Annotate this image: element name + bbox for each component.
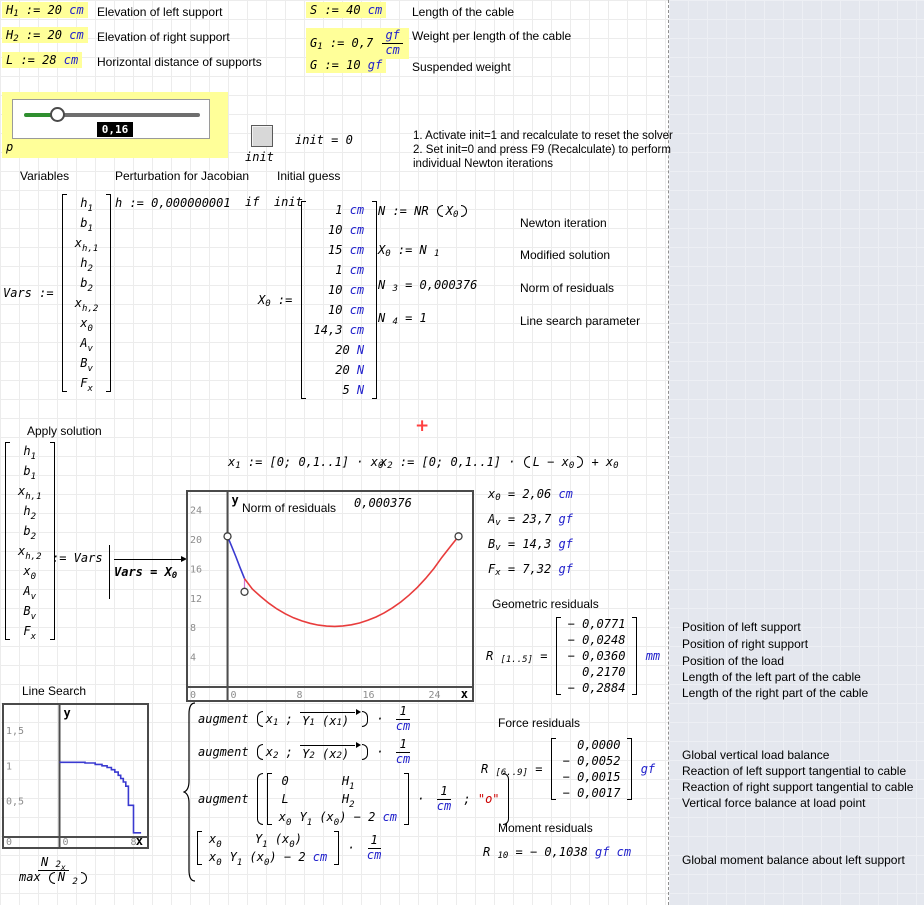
heading-initial-guess: Initial guess <box>277 169 340 183</box>
heading-geometric-residuals: Geometric residuals <box>492 597 599 611</box>
line-search-plot[interactable]: 081,510,50yx <box>2 703 149 849</box>
x0-initial-guess[interactable]: X0 := 1 cm10 cm15 cm1 cm10 cm10 cm14,3 c… <box>258 200 378 400</box>
svg-text:0: 0 <box>6 837 12 847</box>
svg-text:12: 12 <box>190 594 202 605</box>
definition-H2-label: Elevation of right support <box>97 30 230 44</box>
apply-vector[interactable]: h1b1xh,1h2b2xh,2x0AvBvFx <box>4 441 56 641</box>
init-readout[interactable]: init = 0 <box>295 133 353 147</box>
annotation-vertical-load-balance: Global vertical load balance <box>682 748 829 762</box>
instructions-line-3: individual Newton iterations <box>413 157 553 171</box>
moment-residual-expr[interactable]: R 10 = − 0,1038 gf cm <box>483 845 631 859</box>
svg-text:8: 8 <box>190 623 196 634</box>
cable-plot-title: Norm of residuals <box>242 501 336 515</box>
heading-variables: Variables <box>20 169 69 183</box>
definition-G1-label: Weight per length of the cable <box>412 29 571 43</box>
annotation-right-cable-length: Length of the right part of the cable <box>682 686 868 700</box>
newton-iteration-label: Newton iteration <box>520 216 607 230</box>
heading-line-search: Line Search <box>22 684 86 698</box>
annotation-moment-balance: Global moment balance about left support <box>682 853 905 867</box>
definition-G1[interactable]: G1 := 0,7 gfcm <box>306 28 409 59</box>
slider-handle[interactable] <box>50 107 65 122</box>
svg-text:8: 8 <box>297 690 303 700</box>
substitution-text: Vars = X0 <box>114 565 177 579</box>
trace-load-segment[interactable]: x0Y1 (x0)x0Y1 (x0) − 2 cm · 1cm <box>196 830 386 866</box>
annotation-left-cable-length: Length of the left part of the cable <box>682 670 861 684</box>
cable-plot[interactable]: 0 8 16 24 24 20 16 12 8 4 0 y x Norm of residuals 0,… <box>186 490 474 702</box>
svg-text:16: 16 <box>363 690 375 700</box>
result-Bv[interactable]: Bv = 14,3 gf <box>488 537 573 551</box>
definition-H2[interactable]: H2 := 20 cm <box>2 27 88 43</box>
trace-markers[interactable]: augment 0H1LH2x0Y1 (x0) − 2 cm · 1cm ; "… <box>198 772 510 826</box>
vars-definition[interactable]: Vars := h1b1xh,1h2b2xh,2x0AvBvFx <box>3 193 112 393</box>
definition-H1[interactable]: H1 := 20 cm <box>2 2 88 18</box>
svg-text:y: y <box>64 706 71 720</box>
instructions-line-1: 1. Activate init=1 and recalculate to re… <box>413 129 673 143</box>
init-checkbox[interactable] <box>251 125 273 147</box>
slider-variable-label[interactable]: p <box>6 140 13 154</box>
svg-text:0: 0 <box>63 837 69 847</box>
annotation-load-point-balance: Vertical force balance at load point <box>682 796 865 810</box>
trace-left-cable[interactable]: augment x1 ; Y1 (x1) · 1cm <box>198 705 415 734</box>
x1-definition[interactable]: x1 := [0; 0,1..1] · x0 <box>228 455 383 469</box>
heading-force-residuals: Force residuals <box>498 716 580 730</box>
heading-apply-solution: Apply solution <box>27 424 102 438</box>
definition-L[interactable]: L := 28 cm <box>2 52 82 68</box>
definition-L-label: Horizontal distance of supports <box>97 55 262 69</box>
substitution-bar <box>109 545 110 599</box>
substitution-arrow-icon <box>114 556 184 562</box>
heading-perturbation: Perturbation for Jacobian <box>115 169 249 183</box>
h-definition[interactable]: h := 0,000000001 <box>115 196 231 210</box>
definition-H1-label: Elevation of left support <box>97 5 222 19</box>
result-x0[interactable]: x0 = 2,06 cm <box>488 487 573 501</box>
svg-text:1,5: 1,5 <box>6 726 24 737</box>
residual-norm-label: Norm of residuals <box>520 281 614 295</box>
definition-G[interactable]: G := 10 gf <box>306 57 386 73</box>
apply-assign[interactable]: := Vars <box>52 551 103 565</box>
insertion-cursor: + <box>415 419 429 433</box>
line-search-expression[interactable]: N 2xmax N 2 <box>14 856 93 885</box>
trace-group-brace <box>183 701 197 883</box>
result-Av[interactable]: Av = 23,7 gf <box>488 512 573 526</box>
svg-text:24: 24 <box>429 690 441 700</box>
slider-region: 0,16 p <box>2 92 228 158</box>
slider-control[interactable]: 0,16 <box>12 99 210 139</box>
svg-text:24: 24 <box>190 506 202 517</box>
cable-plot-residual-value: 0,000376 <box>354 496 412 510</box>
result-Fx[interactable]: Fx = 7,32 gf <box>488 562 573 576</box>
svg-text:0: 0 <box>231 690 237 700</box>
x2-definition[interactable]: x2 := [0; 0,1..1] · L − x0 + x0 <box>380 455 619 469</box>
heading-moment-residuals: Moment residuals <box>498 821 593 835</box>
line-search-param-expr[interactable]: N 4 = 1 <box>378 311 427 325</box>
annotation-left-reaction: Reaction of left support tangential to c… <box>682 764 906 778</box>
force-residuals-expr[interactable]: R [6..9] = 0,0000− 0,0052− 0,0015− 0,001… <box>481 737 655 801</box>
trace-right-cable[interactable]: augment x2 ; Y2 (x2) · 1cm <box>198 738 415 767</box>
annotation-left-support: Position of left support <box>682 620 801 634</box>
line-search-param-label: Line search parameter <box>520 314 640 328</box>
svg-text:1: 1 <box>6 761 12 772</box>
svg-text:x: x <box>136 834 143 847</box>
modified-solution-expr[interactable]: X0 := N 1 <box>378 243 439 257</box>
annotation-load-position: Position of the load <box>682 654 784 668</box>
svg-text:0,5: 0,5 <box>6 797 24 808</box>
mathcad-worksheet: H1 := 20 cm Elevation of left support H2… <box>0 0 924 905</box>
instructions-line-2: 2. Set init=0 and press F9 (Recalculate)… <box>413 143 671 157</box>
definition-G-label: Suspended weight <box>412 60 511 74</box>
modified-solution-label: Modified solution <box>520 248 610 262</box>
substitution-operator[interactable]: Vars = X0 <box>114 556 184 581</box>
annotation-right-support: Position of right support <box>682 637 808 651</box>
definition-S-label: Length of the cable <box>412 5 514 19</box>
svg-text:0: 0 <box>190 690 196 700</box>
init-checkbox-label: init <box>245 150 274 164</box>
geometric-residuals-expr[interactable]: R [1..5] = − 0,0771− 0,0248− 0,03600,217… <box>486 616 660 696</box>
residual-norm-expr[interactable]: N 3 = 0,000376 <box>378 278 477 292</box>
newton-iteration-expr[interactable]: N := NR X0 <box>378 204 468 218</box>
svg-text:x: x <box>461 687 468 700</box>
svg-text:y: y <box>232 493 239 507</box>
annotation-right-reaction: Reaction of right support tangential to … <box>682 780 913 794</box>
definition-S[interactable]: S := 40 cm <box>306 2 386 18</box>
svg-text:20: 20 <box>190 535 202 546</box>
svg-text:4: 4 <box>190 653 196 664</box>
svg-text:16: 16 <box>190 564 202 575</box>
slider-value: 0,16 <box>97 122 133 137</box>
